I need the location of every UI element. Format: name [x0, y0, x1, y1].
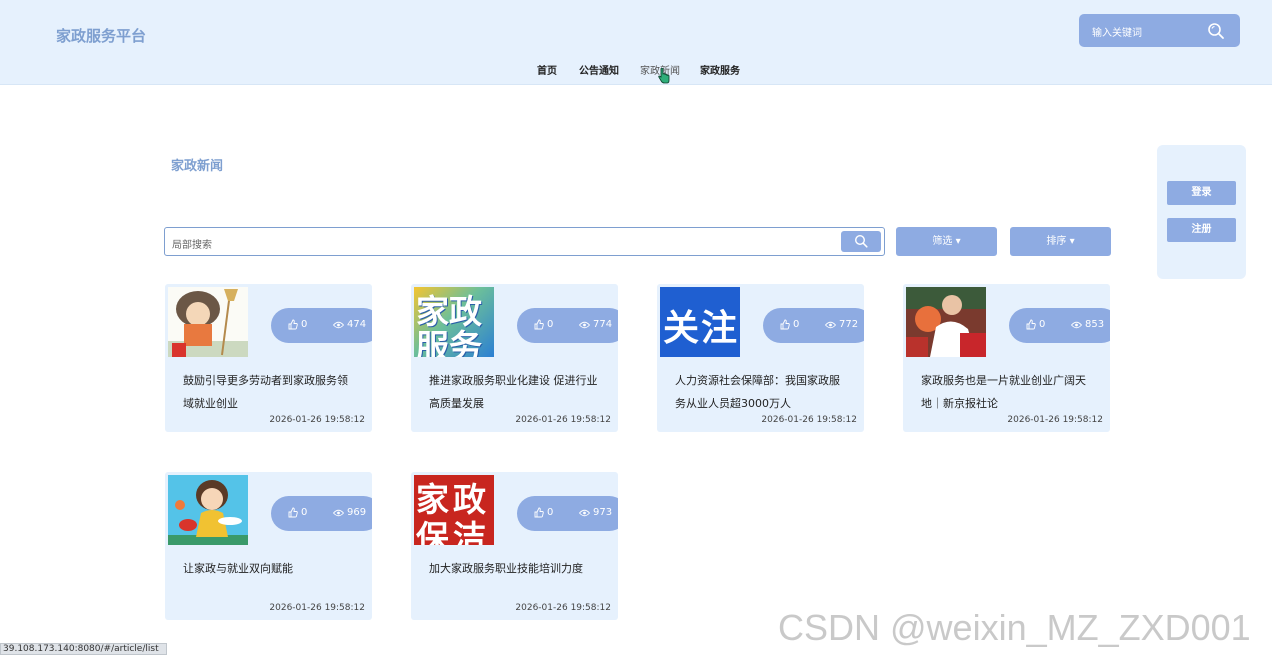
thumbnail-text: 保洁	[416, 518, 490, 545]
nav-item-home[interactable]: 首页	[537, 62, 557, 77]
article-time: 2026-01-26 19:58:12	[515, 603, 611, 613]
like-count[interactable]: 0	[288, 507, 307, 518]
article-title[interactable]: 人力资源社会保障部：我国家政服务从业人员超3000万人	[675, 369, 850, 415]
nav-item-services[interactable]: 家政服务	[700, 62, 740, 77]
watermark: CSDN @weixin_MZ_ZXD001	[778, 607, 1251, 648]
top-search-input[interactable]: 输入关键词	[1092, 24, 1142, 39]
brand-logo-text[interactable]: 家政服务平台	[56, 25, 146, 46]
article-stats: 0 772	[763, 308, 864, 343]
article-thumbnail[interactable]	[168, 287, 248, 357]
page-title: 家政新闻	[171, 159, 224, 174]
article-thumbnail[interactable]: 关注	[660, 287, 740, 357]
local-search-box[interactable]: 局部搜索	[164, 227, 885, 256]
article-title[interactable]: 家政服务也是一片就业创业广阔天地｜新京报社论	[921, 369, 1096, 415]
eye-icon	[579, 509, 590, 516]
view-count: 973	[579, 507, 612, 518]
eye-icon	[825, 321, 836, 328]
nav-item-notices[interactable]: 公告通知	[579, 62, 619, 77]
thumbs-up-icon	[534, 507, 544, 518]
like-count[interactable]: 0	[1026, 319, 1045, 330]
like-count[interactable]: 0	[534, 507, 553, 518]
filter-dropdown-button[interactable]: 筛选 ▾	[896, 227, 997, 256]
search-icon[interactable]	[1207, 22, 1225, 44]
article-card[interactable]: 0 969 让家政与就业双向赋能 2026-01-26 19:58:12	[165, 472, 372, 620]
like-count[interactable]: 0	[780, 319, 799, 330]
article-time: 2026-01-26 19:58:12	[1007, 415, 1103, 425]
article-stats: 0 969	[271, 496, 372, 531]
page: 家政服务平台 输入关键词 首页 公告通知 家政新闻 家政服务 家政新闻 局部搜索…	[0, 0, 1272, 655]
article-title[interactable]: 加大家政服务职业技能培训力度	[429, 557, 604, 580]
article-title[interactable]: 鼓励引导更多劳动者到家政服务领域就业创业	[183, 369, 358, 415]
article-time: 2026-01-26 19:58:12	[269, 415, 365, 425]
main-nav: 首页 公告通知 家政新闻 家政服务	[0, 62, 1272, 77]
thumbnail-text: 服务	[416, 327, 482, 357]
article-stats: 0 853	[1009, 308, 1110, 343]
article-stats: 0 973	[517, 496, 618, 531]
top-search-box[interactable]: 输入关键词	[1079, 14, 1240, 47]
view-count: 474	[333, 319, 366, 330]
hand-cursor-icon	[658, 67, 670, 88]
like-count[interactable]: 0	[534, 319, 553, 330]
local-search-input[interactable]: 局部搜索	[172, 236, 212, 251]
article-card[interactable]: 关注 0 772 人力资源社会保障部：我国家政服务从业人员超3000万人 202…	[657, 284, 864, 432]
thumbs-up-icon	[288, 319, 298, 330]
view-count: 772	[825, 319, 858, 330]
like-count[interactable]: 0	[288, 319, 307, 330]
local-search-button[interactable]	[841, 231, 881, 252]
article-card[interactable]: 家政 服务 0 774 推进家政服务职业化建设 促进行业高质量发展 2026-0…	[411, 284, 618, 432]
eye-icon	[1071, 321, 1082, 328]
view-count: 969	[333, 507, 366, 518]
article-thumbnail[interactable]	[906, 287, 986, 357]
article-stats: 0 474	[271, 308, 372, 343]
article-time: 2026-01-26 19:58:12	[515, 415, 611, 425]
article-stats: 0 774	[517, 308, 618, 343]
login-button[interactable]: 登录	[1167, 181, 1236, 205]
thumbnail-text: 关注	[663, 308, 740, 349]
article-thumbnail[interactable]: 家政 服务	[414, 287, 494, 357]
article-title[interactable]: 让家政与就业双向赋能	[183, 557, 358, 580]
eye-icon	[333, 509, 344, 516]
article-time: 2026-01-26 19:58:12	[761, 415, 857, 425]
search-icon	[854, 234, 868, 248]
article-card[interactable]: 家政 保洁 0 973 加大家政服务职业技能培训力度 2026-01-26 19…	[411, 472, 618, 620]
eye-icon	[579, 321, 590, 328]
article-thumbnail[interactable]: 家政 保洁	[414, 475, 494, 545]
sort-dropdown-button[interactable]: 排序 ▾	[1010, 227, 1111, 256]
thumbs-up-icon	[534, 319, 544, 330]
eye-icon	[333, 321, 344, 328]
thumbs-up-icon	[288, 507, 298, 518]
thumbs-up-icon	[780, 319, 790, 330]
auth-panel: 登录 注册	[1157, 145, 1246, 279]
article-card[interactable]: 0 474 鼓励引导更多劳动者到家政服务领域就业创业 2026-01-26 19…	[165, 284, 372, 432]
header: 家政服务平台 输入关键词 首页 公告通知 家政新闻 家政服务	[0, 0, 1272, 85]
thumbs-up-icon	[1026, 319, 1036, 330]
view-count: 853	[1071, 319, 1104, 330]
status-bar-url: 39.108.173.140:8080/#/article/list	[0, 643, 167, 655]
article-card[interactable]: 0 853 家政服务也是一片就业创业广阔天地｜新京报社论 2026-01-26 …	[903, 284, 1110, 432]
register-button[interactable]: 注册	[1167, 218, 1236, 242]
article-thumbnail[interactable]	[168, 475, 248, 545]
article-title[interactable]: 推进家政服务职业化建设 促进行业高质量发展	[429, 369, 604, 415]
article-time: 2026-01-26 19:58:12	[269, 603, 365, 613]
view-count: 774	[579, 319, 612, 330]
